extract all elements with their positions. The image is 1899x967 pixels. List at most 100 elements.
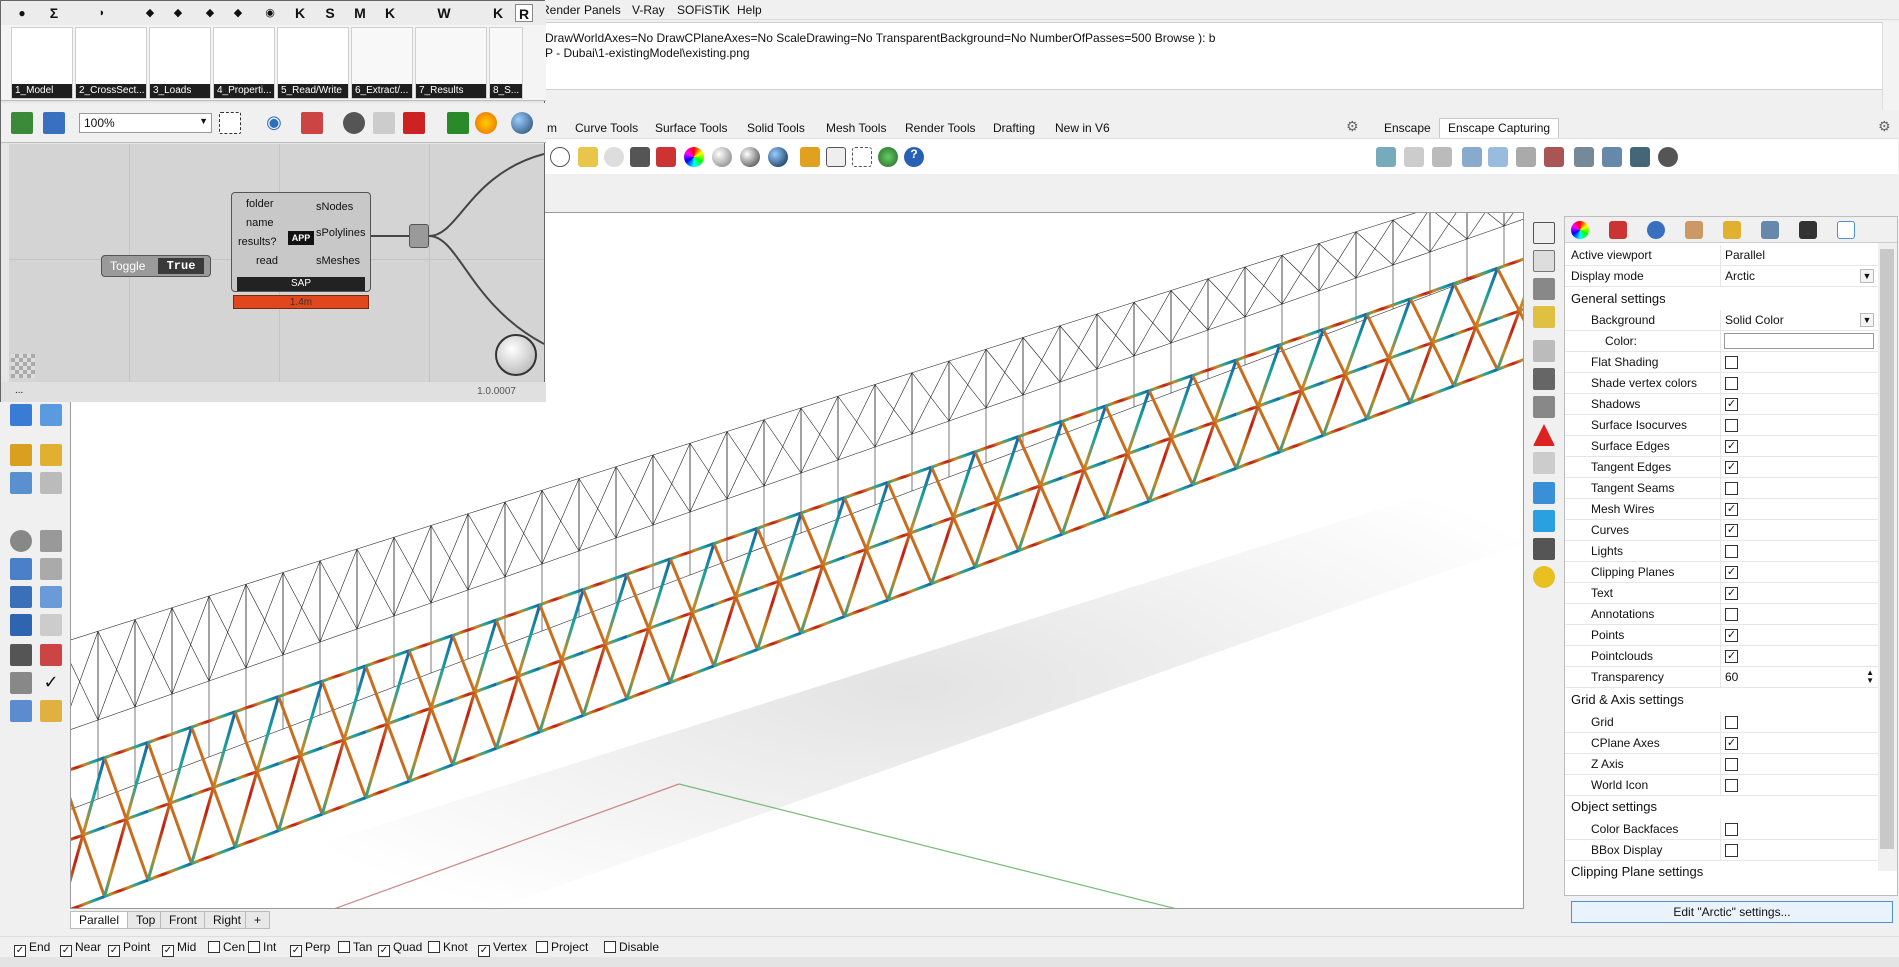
checkbox[interactable]: ✓ [108,945,120,957]
menu-panels[interactable]: Panels [584,3,621,17]
light-icon[interactable] [578,147,598,167]
checkbox[interactable] [1725,419,1738,432]
material-tab-icon[interactable] [1571,221,1589,239]
checkbox[interactable]: ✓ [1725,629,1738,642]
gh-tab-w[interactable]: W [435,4,453,22]
group-tool-icon[interactable] [10,586,32,608]
checkbox[interactable]: ✓ [60,945,72,957]
prop-color-backfaces[interactable]: Color Backfaces [1565,819,1878,840]
checkbox[interactable] [1725,716,1738,729]
prop-flat-shading[interactable]: Flat Shading [1565,352,1878,373]
menu-render[interactable]: Render [541,3,580,17]
prop-background[interactable]: Background Solid Color ▼ [1565,310,1878,331]
arrow-tool-icon[interactable] [40,444,62,466]
checkbox[interactable]: ✓ [478,945,490,957]
enscape-panorama-icon[interactable] [1574,147,1594,167]
environment-tab-icon[interactable] [1647,221,1665,239]
gh-tab-m[interactable]: M [351,4,369,22]
gh-sap-component[interactable]: folder name results? read sNodes sPolyli… [231,192,371,292]
tab-enscape[interactable]: Enscape [1375,118,1440,138]
sphere-dark-icon[interactable] [740,147,760,167]
display-tab-icon[interactable] [1799,221,1817,239]
prop-mesh-wires[interactable]: Mesh Wires ✓ [1565,499,1878,520]
grid-icon[interactable] [1533,368,1555,390]
bat-icon[interactable] [1533,538,1555,560]
enscape-exe-icon[interactable] [1602,147,1622,167]
gh-wire-icon[interactable] [373,112,395,134]
checkbox[interactable]: ✓ [1725,650,1738,663]
chevron-down-icon[interactable]: ▼ [1860,269,1874,283]
checkbox[interactable] [1725,823,1738,836]
osnap-quad[interactable]: ✓ Quad [378,940,422,957]
prop-transparency[interactable]: Transparency 60 ▲ ▼ [1565,667,1878,688]
sphere-gray-icon[interactable] [712,147,732,167]
gh-bake-icon[interactable] [447,112,469,134]
block-tool-icon[interactable] [40,586,62,608]
spinner-icon[interactable]: ▲ ▼ [1866,669,1874,685]
enscape-web-icon[interactable] [1630,147,1650,167]
settings-tab-icon[interactable] [1761,221,1779,239]
prop-shade-vertex-colors[interactable]: Shade vertex colors [1565,373,1878,394]
point-tool-icon[interactable] [40,558,62,580]
osnap-disable[interactable]: Disable [604,940,659,954]
red-cone-icon[interactable] [1533,424,1555,446]
gh-eye-icon[interactable]: ◉ [261,4,279,22]
gh-canvas-thumbnail[interactable] [11,354,35,378]
osnap-point[interactable]: ✓ Point [108,940,150,957]
prop-tangent-seams[interactable]: Tangent Seams [1565,478,1878,499]
butterfly-icon[interactable] [1533,510,1555,532]
gh-tab-k1[interactable]: K [291,4,309,22]
checkbox[interactable]: ✓ [1725,398,1738,411]
gh-zoom-select[interactable]: 100% ▼ [79,113,212,133]
checkbox[interactable] [1725,779,1738,792]
scale-tool-icon[interactable] [40,472,62,494]
checkbox[interactable]: ✓ [1725,461,1738,474]
osnap-vertex[interactable]: ✓ Vertex [478,940,527,957]
tab-new-in-v6[interactable]: New in V6 [1046,118,1119,138]
gear-icon[interactable]: ⚙ [1878,118,1891,135]
viewport-tab-front[interactable]: Front [160,911,207,929]
gh-sketch-icon[interactable] [301,112,323,134]
checkbox[interactable]: ✓ [290,945,302,957]
osnap-int[interactable]: Int [248,940,276,954]
box-outline-icon[interactable] [1533,340,1555,362]
osnap-perp[interactable]: ✓ Perp [290,940,330,957]
checkbox[interactable] [208,941,220,953]
prop-color[interactable]: Color: [1565,331,1878,352]
enscape-view-icon[interactable] [1376,147,1396,167]
tab-surface-tools[interactable]: Surface Tools [646,118,737,138]
checkbox[interactable] [248,941,260,953]
checkbox[interactable]: ✓ [1725,737,1738,750]
gh-sphere-icon[interactable] [475,112,497,134]
transform-tool-icon[interactable] [10,444,32,466]
checkbox[interactable]: ✓ [1725,524,1738,537]
viewport-tab-parallel[interactable]: Parallel [70,911,129,929]
checkbox[interactable]: ✓ [378,945,390,957]
folder-tab-icon[interactable] [1723,221,1741,239]
bear-icon[interactable] [1533,566,1555,588]
osnap-cen[interactable]: Cen [208,940,245,954]
gh-tab-k2[interactable]: K [381,4,399,22]
prop-z-axis[interactable]: Z Axis [1565,754,1878,775]
osnap-end[interactable]: ✓ End [14,940,50,957]
lock-icon[interactable] [630,147,650,167]
checkbox[interactable] [1725,482,1738,495]
osnap-mid[interactable]: ✓ Mid [162,940,196,957]
osnap-knot[interactable]: Knot [428,940,468,954]
gear-icon[interactable]: ⚙ [1346,118,1359,135]
gh-display-icon[interactable] [511,112,533,134]
prop-bbox-display[interactable]: BBox Display [1565,840,1878,861]
dim-tool-icon[interactable] [10,672,32,694]
enscape-save-icon[interactable] [1516,147,1536,167]
render-tab-icon[interactable] [1685,221,1703,239]
command-scrollbar[interactable] [1882,22,1899,110]
osnap-near[interactable]: ✓ Near [60,940,101,957]
checkbox[interactable] [1725,844,1738,857]
gh-params-icon[interactable]: ● [13,4,31,22]
gh-toggle[interactable]: Toggle True [101,255,211,277]
prop-points[interactable]: Points ✓ [1565,625,1878,646]
gh-group-results[interactable]: 7_Results [415,27,487,99]
viewport-tab-right[interactable]: Right [204,911,251,929]
ruler-tool-icon[interactable] [40,614,62,636]
gh-shaded-icon[interactable] [403,112,425,134]
